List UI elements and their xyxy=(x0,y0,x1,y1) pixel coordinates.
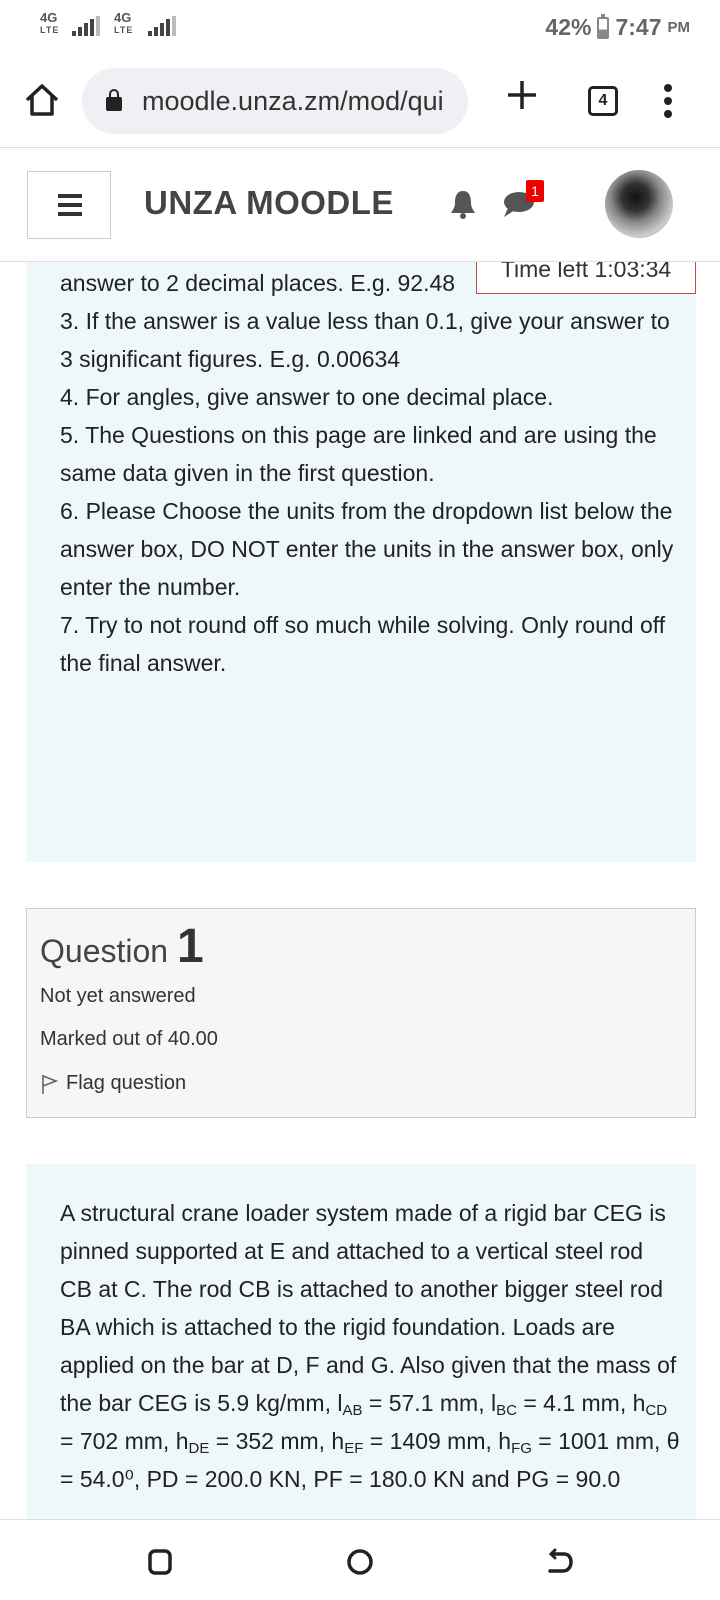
hamburger-icon-line xyxy=(58,212,82,216)
instruction-line: 7. Try to not round off so much while so… xyxy=(60,612,666,676)
question-title: Question 1 xyxy=(40,919,204,974)
question-text-panel: A structural crane loader system made of… xyxy=(26,1164,696,1519)
question-label: Question xyxy=(40,933,169,969)
instruction-line: 5. The Questions on this page are linked… xyxy=(60,422,657,486)
flag-question-label: Flag question xyxy=(66,1072,187,1094)
url-text: moodle.unza.zm/mod/qui xyxy=(142,85,444,116)
flag-icon xyxy=(42,1074,58,1094)
system-nav-bar xyxy=(0,1519,720,1600)
instructions-text: answer to 2 decimal places. E.g. 92.48 3… xyxy=(60,264,680,682)
sim1-signal-icon xyxy=(72,16,100,36)
home-icon xyxy=(25,84,59,116)
new-tab-button[interactable] xyxy=(505,76,539,120)
recent-apps-button[interactable] xyxy=(140,1542,180,1582)
instruction-line: 6. Please Choose the units from the drop… xyxy=(60,498,674,600)
moodle-navbar: UNZA MOODLE 1 xyxy=(0,148,720,262)
h-ef-value: 1409 mm, xyxy=(389,1428,492,1454)
sim1-network-label: 4G xyxy=(40,10,58,25)
question-info-box: Question 1 Not yet answered Marked out o… xyxy=(26,908,696,1118)
battery-percent: 42% xyxy=(545,14,592,40)
dot-icon xyxy=(664,110,672,118)
status-bar: 4G LTE 4G LTE 42% 7:47 PM xyxy=(0,0,720,56)
quiz-instructions-panel: answer to 2 decimal places. E.g. 92.48 3… xyxy=(26,262,696,862)
home-button[interactable] xyxy=(22,80,62,120)
clock-ampm: PM xyxy=(667,19,691,36)
dot-icon xyxy=(664,84,672,92)
dot-icon xyxy=(664,97,672,105)
page-content: answer to 2 decimal places. E.g. 92.48 3… xyxy=(0,262,720,1519)
l-bc-value: 4.1 mm, xyxy=(543,1390,627,1416)
hamburger-icon-line xyxy=(58,203,82,207)
back-button[interactable] xyxy=(540,1542,580,1582)
home-nav-button[interactable] xyxy=(340,1542,380,1582)
message-count-badge: 1 xyxy=(526,180,544,202)
sim2-type-label: LTE xyxy=(114,25,134,35)
h-cd-value: 702 mm, xyxy=(79,1428,170,1454)
sim2-network-label: 4G xyxy=(114,10,132,25)
hamburger-icon xyxy=(58,194,82,198)
h-fg-value: 1001 mm, xyxy=(558,1428,661,1454)
notifications-button[interactable] xyxy=(448,188,478,220)
sim2-signal-icon xyxy=(148,16,176,36)
browser-toolbar: moodle.unza.zm/mod/qui 4 xyxy=(0,56,720,148)
tab-switcher-button[interactable]: 4 xyxy=(588,86,618,116)
drawer-toggle-button[interactable] xyxy=(27,171,111,239)
bell-icon xyxy=(451,191,475,219)
sim2-signal: 4G LTE xyxy=(114,10,134,36)
question-cut-line: 54.0⁰, PD = 200.0 KN, PF = 180.0 KN and … xyxy=(79,1466,621,1492)
user-avatar[interactable] xyxy=(605,170,673,238)
l-ab-value: 57.1 mm, xyxy=(388,1390,485,1416)
h-de-value: 352 mm, xyxy=(235,1428,326,1454)
browser-menu-button[interactable] xyxy=(664,84,674,120)
address-bar[interactable]: moodle.unza.zm/mod/qui xyxy=(82,68,468,134)
question-text: A structural crane loader system made of… xyxy=(60,1200,680,1492)
sim1-signal: 4G LTE xyxy=(40,10,60,36)
question-intro: A structural crane loader system made of… xyxy=(60,1200,677,1416)
sim1-type-label: LTE xyxy=(40,25,60,35)
status-right: 42% 7:47 PM xyxy=(545,13,691,41)
question-marks: Marked out of 40.00 xyxy=(40,1028,218,1050)
quiz-timer: Time left 1:03:34 xyxy=(476,262,696,294)
clock: 7:47 xyxy=(615,14,662,40)
back-icon xyxy=(548,1548,573,1573)
lock-icon xyxy=(106,89,122,111)
battery-icon xyxy=(597,13,610,39)
site-name[interactable]: UNZA MOODLE xyxy=(144,184,394,222)
question-state: Not yet answered xyxy=(40,985,196,1007)
question-number: 1 xyxy=(176,920,204,973)
home-circle-icon xyxy=(347,1549,373,1575)
instruction-line: 4. For angles, give answer to one decima… xyxy=(60,384,554,410)
flag-question-link[interactable]: Flag question xyxy=(40,1072,186,1095)
plus-icon xyxy=(508,81,536,109)
instruction-line: 3. If the answer is a value less than 0.… xyxy=(60,308,670,372)
recents-icon xyxy=(148,1549,172,1575)
